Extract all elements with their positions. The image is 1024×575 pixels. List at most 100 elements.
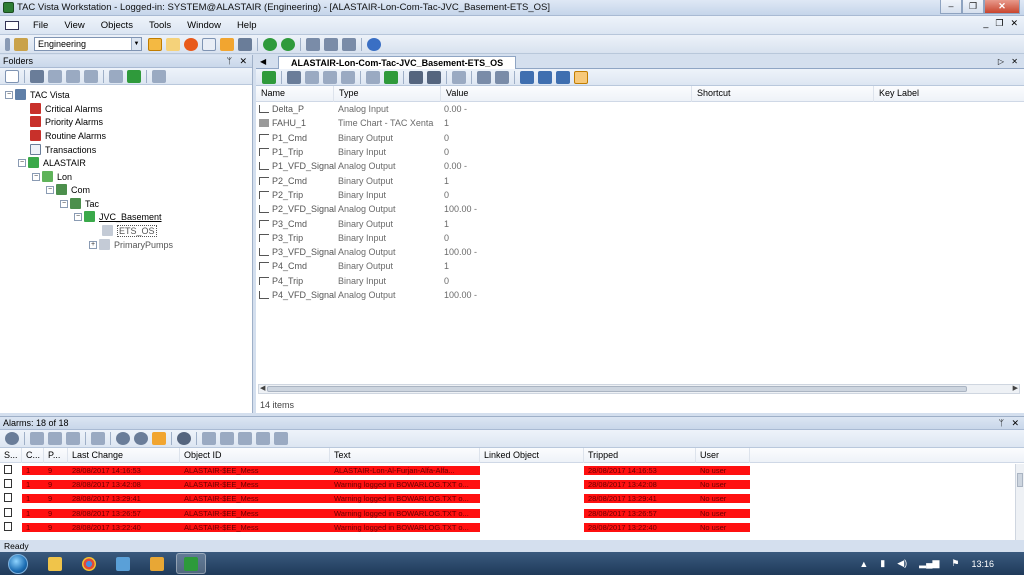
network-icon[interactable]	[238, 37, 252, 51]
paste-icon[interactable]	[66, 69, 80, 83]
collapse-icon[interactable]: −	[46, 185, 54, 194]
column-header-category[interactable]: C...	[22, 448, 44, 463]
tree-item-routine-alarms[interactable]: Routine Alarms	[30, 129, 106, 142]
up-folder-icon[interactable]	[262, 70, 276, 84]
tree-item-critical-alarms[interactable]: Critical Alarms	[30, 102, 103, 115]
tab-scroll-left-button[interactable]: ◀	[260, 55, 266, 69]
object-row[interactable]: FAHU_1 Time Chart - TAC Xenta 1	[256, 116, 1024, 130]
object-row[interactable]: P3_VFD_Signal Analog Output 100.00 -	[256, 245, 1024, 259]
column-header-last-change[interactable]: Last Change	[68, 448, 180, 463]
link-icon[interactable]	[91, 432, 105, 445]
collapse-icon[interactable]: −	[18, 158, 26, 167]
object-row[interactable]: P1_Trip Binary Input 0	[256, 145, 1024, 159]
folders-close-button[interactable]: ✕	[239, 55, 247, 68]
note-icon[interactable]	[220, 432, 234, 445]
network-icon[interactable]: ▂▄▆	[919, 558, 939, 569]
tab-close-button[interactable]: ✕	[1011, 55, 1018, 69]
object-row[interactable]: P4_Cmd Binary Output 1	[256, 259, 1024, 273]
group-icon[interactable]	[48, 432, 62, 445]
new-icon[interactable]	[5, 69, 19, 83]
graphics-icon[interactable]	[202, 432, 216, 445]
refresh-icon[interactable]	[281, 37, 295, 51]
page-icon[interactable]	[202, 37, 216, 51]
object-row[interactable]: P4_Trip Binary Input 0	[256, 274, 1024, 288]
object-row[interactable]: P3_Cmd Binary Output 1	[256, 216, 1024, 230]
paste-icon[interactable]	[323, 70, 337, 84]
collapse-icon[interactable]: −	[32, 172, 40, 181]
forward-icon[interactable]	[263, 37, 277, 51]
object-row[interactable]: Delta_P Analog Input 0.00 -	[256, 102, 1024, 116]
key-icon[interactable]	[14, 37, 28, 51]
volume-icon[interactable]: ◀)	[897, 558, 907, 569]
event-icon[interactable]	[152, 432, 166, 445]
column-header-tripped[interactable]: Tripped	[584, 448, 696, 463]
properties-icon[interactable]	[452, 70, 466, 84]
menu-window[interactable]: Window	[179, 20, 229, 31]
object-row[interactable]: P2_VFD_Signal Analog Output 100.00 -	[256, 202, 1024, 216]
export-icon[interactable]	[274, 432, 288, 445]
menu-view[interactable]: View	[56, 20, 92, 31]
tree-item-jvc-basement[interactable]: − JVC_Basement	[74, 210, 162, 223]
close-window-button[interactable]: ✕	[984, 0, 1020, 14]
help-icon[interactable]	[177, 432, 191, 445]
folder-icon[interactable]	[166, 37, 180, 51]
list-view-icon[interactable]	[556, 70, 570, 84]
column-header-object-id[interactable]: Object ID	[180, 448, 330, 463]
info-icon[interactable]	[134, 432, 148, 445]
help-icon[interactable]	[367, 37, 381, 51]
refresh-icon[interactable]	[384, 70, 398, 84]
collapse-icon[interactable]: −	[5, 90, 13, 99]
text-icon[interactable]	[324, 37, 338, 51]
restore-button[interactable]: ❐	[962, 0, 984, 14]
open-folder-icon[interactable]	[366, 70, 380, 84]
horizontal-scroll-thumb[interactable]	[267, 386, 967, 392]
battery-icon[interactable]: ▮	[880, 558, 885, 569]
alarm-row[interactable]: 1 9 28/08/2017 13:22:40 ALASTAIR-$EE_Mess Wa…	[0, 520, 1024, 534]
doc-minimize-button[interactable]: _	[983, 18, 988, 29]
pin-icon[interactable]: ᛘ	[999, 417, 1004, 430]
menu-objects[interactable]: Objects	[93, 20, 141, 31]
scroll-right-icon[interactable]: ▶	[1013, 384, 1018, 392]
start-button[interactable]	[8, 553, 28, 574]
column-header-name[interactable]: Name	[256, 86, 334, 102]
event-icon[interactable]	[220, 37, 234, 51]
vertical-scroll-thumb[interactable]	[1017, 473, 1023, 487]
column-header-key-label[interactable]: Key Label	[874, 86, 1024, 102]
expand-icon[interactable]: +	[89, 240, 97, 249]
tree-item-lon[interactable]: − Lon	[32, 170, 72, 183]
list-icon[interactable]	[306, 37, 320, 51]
columns-icon[interactable]	[30, 432, 44, 445]
open-folder-icon[interactable]	[109, 69, 123, 83]
tree-item-primarypumps[interactable]: + PrimaryPumps	[89, 238, 173, 251]
collapse-icon[interactable]: −	[60, 199, 68, 208]
flag-icon[interactable]: ⚑	[951, 558, 959, 569]
paste-special-icon[interactable]	[84, 69, 98, 83]
horizontal-scrollbar[interactable]: ◀ ▶	[258, 384, 1020, 394]
refresh-icon[interactable]	[127, 69, 141, 83]
minimize-button[interactable]: –	[940, 0, 962, 14]
alarm-row[interactable]: 1 9 28/08/2017 13:26:57 ALASTAIR-$EE_Mess Wa…	[0, 506, 1024, 520]
tab-ets-os[interactable]: ALASTAIR-Lon-Com-Tac-JVC_Basement-ETS_OS	[278, 56, 517, 69]
column-header-linked-object[interactable]: Linked Object	[480, 448, 584, 463]
delete-icon[interactable]	[256, 432, 270, 445]
tree-item-alastair[interactable]: − ALASTAIR	[18, 156, 86, 169]
document-system-menu-icon[interactable]	[5, 20, 19, 30]
filter-icon[interactable]	[66, 432, 80, 445]
column-header-status[interactable]: S...	[0, 448, 22, 463]
object-row[interactable]: P3_Trip Binary Input 0	[256, 231, 1024, 245]
link-icon[interactable]	[477, 70, 491, 84]
column-header-text[interactable]: Text	[330, 448, 480, 463]
tree-item-com[interactable]: − Com	[46, 183, 90, 196]
alarm-vertical-scrollbar[interactable]	[1015, 464, 1024, 540]
column-header-user[interactable]: User	[696, 448, 750, 463]
alarm-icon[interactable]	[184, 37, 198, 51]
tree-item-priority-alarms[interactable]: Priority Alarms	[30, 115, 103, 128]
chevron-down-icon[interactable]: ▼	[131, 38, 141, 50]
taskbar-app-3[interactable]	[108, 553, 138, 574]
small-icons-view-icon[interactable]	[538, 70, 552, 84]
alarm-row[interactable]: 1 9 28/08/2017 13:42:08 ALASTAIR-$EE_Mess Wa…	[0, 477, 1024, 491]
tree-item-ets-os[interactable]: ETS_OS	[102, 224, 157, 237]
doc-restore-button[interactable]: ❐	[995, 18, 1003, 29]
taskbar-chrome[interactable]	[74, 553, 104, 574]
delete-icon[interactable]	[409, 70, 423, 84]
